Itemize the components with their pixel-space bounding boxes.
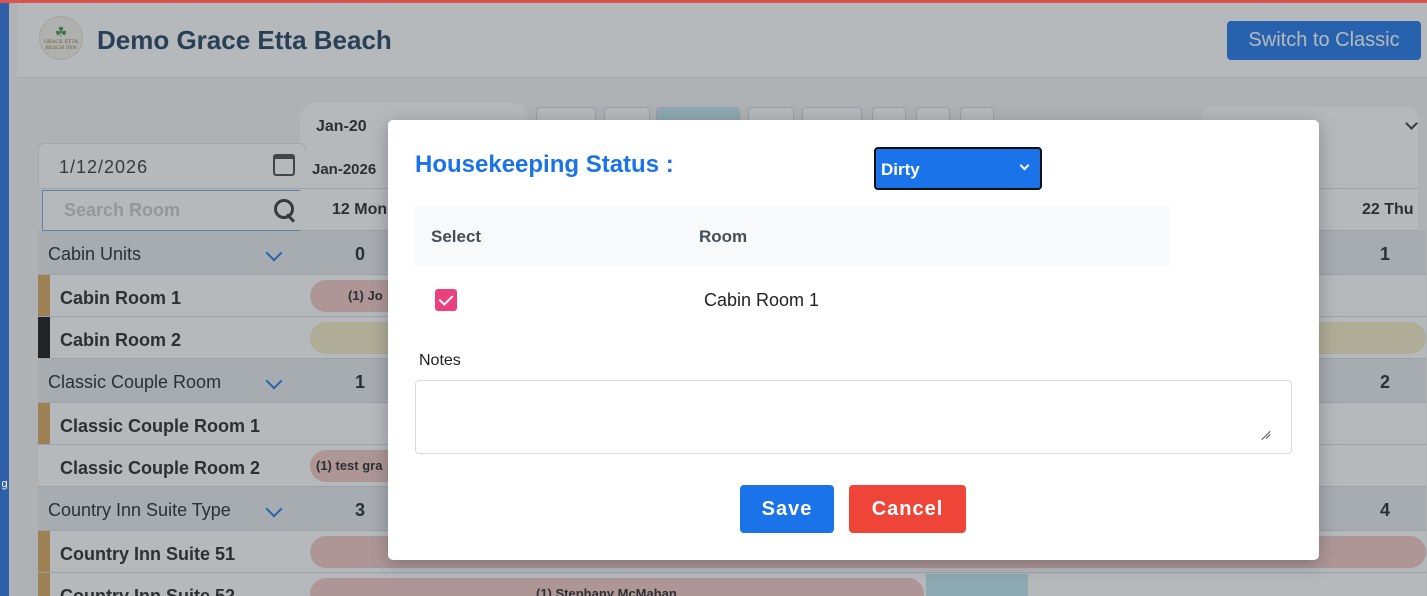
status-value: Dirty	[881, 160, 920, 179]
cancel-button[interactable]: Cancel	[849, 485, 966, 533]
left-edge-text: g	[1, 478, 8, 490]
room-name: Cabin Room 1	[704, 290, 820, 310]
select-column-header: Select	[431, 227, 482, 246]
room-column-header: Room	[699, 227, 748, 246]
resize-handle-icon[interactable]	[1260, 427, 1272, 439]
table-header: Select Room	[415, 206, 1169, 266]
save-button[interactable]: Save	[740, 485, 834, 533]
housekeeping-status-select[interactable]: Dirty	[874, 147, 1042, 190]
modal-title: Housekeeping Status :	[415, 151, 674, 178]
housekeeping-modal: Housekeeping Status : Dirty Select Room …	[388, 120, 1319, 560]
chevron-down-icon	[1019, 160, 1030, 171]
room-select-checkbox[interactable]	[435, 289, 457, 311]
table-row: Cabin Room 1	[415, 266, 1169, 334]
notes-field[interactable]	[415, 380, 1292, 454]
left-side-strip	[0, 3, 9, 596]
notes-label: Notes	[419, 352, 461, 369]
